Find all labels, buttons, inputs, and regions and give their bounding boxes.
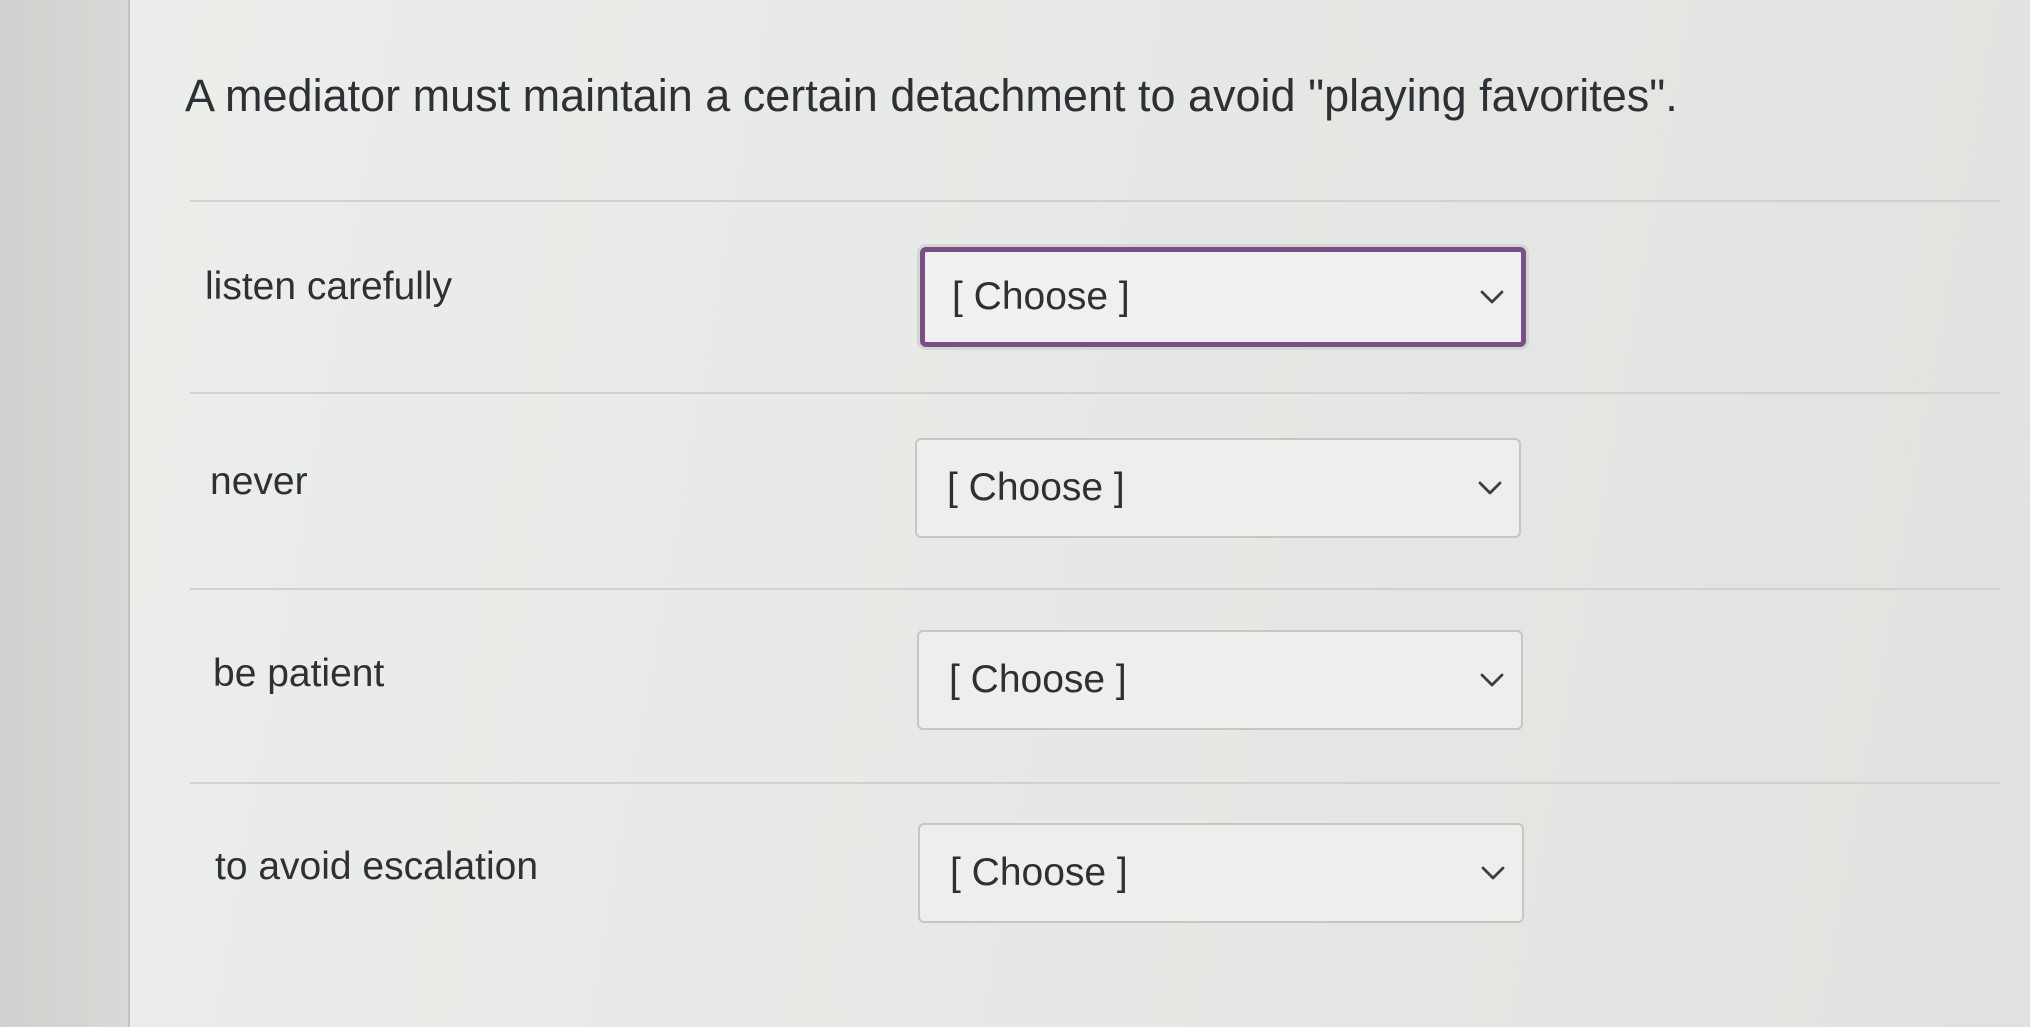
dropdown-selected-value: [ Choose ] xyxy=(949,658,1127,701)
answer-dropdown-listen-carefully[interactable]: [ Choose ] xyxy=(920,247,1526,347)
chevron-down-icon xyxy=(1481,866,1505,880)
divider xyxy=(190,392,2000,394)
divider xyxy=(190,782,2000,784)
dropdown-selected-value: [ Choose ] xyxy=(952,275,1130,318)
chevron-down-icon xyxy=(1478,481,1502,495)
answer-dropdown-to-avoid-escalation[interactable]: [ Choose ] xyxy=(918,823,1524,923)
row-label-listen-carefully: listen carefully xyxy=(205,265,453,308)
chevron-down-icon xyxy=(1480,290,1504,304)
dropdown-selected-value: [ Choose ] xyxy=(950,851,1128,894)
answer-dropdown-be-patient[interactable]: [ Choose ] xyxy=(917,630,1523,730)
question-card: A mediator must maintain a certain detac… xyxy=(130,0,2030,1027)
chevron-down-icon xyxy=(1480,673,1504,687)
answer-dropdown-never[interactable]: [ Choose ] xyxy=(915,438,1521,538)
dropdown-selected-value: [ Choose ] xyxy=(947,466,1125,509)
row-label-never: never xyxy=(210,460,308,503)
row-label-be-patient: be patient xyxy=(213,652,385,695)
left-gutter xyxy=(0,0,130,1027)
divider xyxy=(190,588,2000,590)
row-label-to-avoid-escalation: to avoid escalation xyxy=(215,845,539,888)
question-text: A mediator must maintain a certain detac… xyxy=(185,70,1678,121)
divider xyxy=(190,200,2000,202)
